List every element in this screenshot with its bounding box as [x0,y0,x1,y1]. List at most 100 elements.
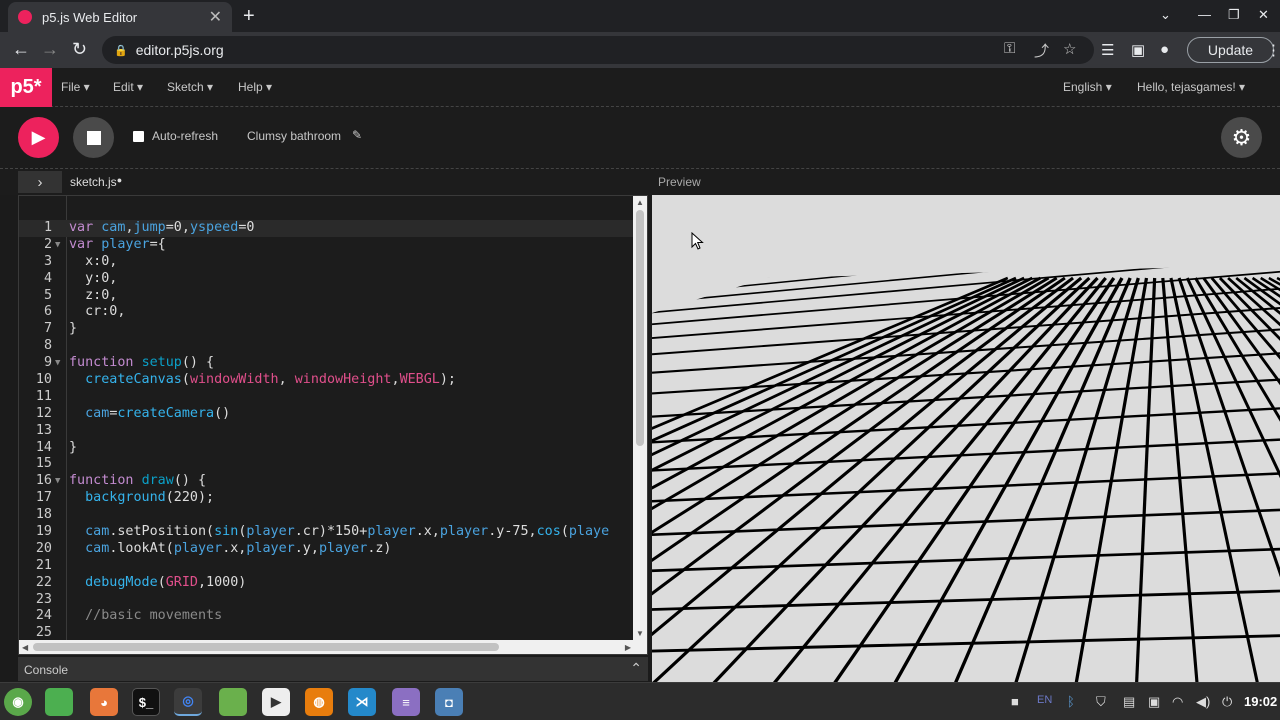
profile-icon[interactable]: ● [1160,41,1169,58]
new-tab-button[interactable]: + [243,5,255,28]
code-line[interactable]: 12 cam=createCamera() [19,406,635,423]
url-omnibox[interactable]: 🔒 editor.p5js.org [102,36,1094,64]
scroll-down-arrow-icon[interactable]: ▼ [636,629,644,638]
chevron-up-icon[interactable]: ⌃ [630,660,642,677]
browser-tab[interactable]: p5.js Web Editor ✕ [8,2,232,32]
code-line[interactable]: 2 ▼ var player={ [19,237,635,254]
code-lines[interactable]: 1 var cam,jump=0,yspeed=0 2 ▼ var player={3 … [19,220,635,642]
language-indicator[interactable]: EN [1037,694,1052,706]
vertical-scroll-thumb[interactable] [636,210,644,446]
share-icon[interactable]: ⤴ [1034,40,1049,61]
side-panel-icon[interactable]: ▣ [1131,41,1145,59]
reload-icon[interactable]: ↻ [72,39,87,60]
code-line[interactable]: 24 //basic movements [19,608,635,625]
mint-menu-icon[interactable]: ◉ [4,688,32,716]
close-tab-icon[interactable]: ✕ [209,7,222,27]
vertical-scrollbar[interactable]: ▲ ▼ [633,196,647,654]
code-line[interactable]: 7} [19,321,635,338]
pencil-icon[interactable]: ✎ [352,128,362,142]
camera-tray-icon[interactable]: ■ [1011,694,1019,709]
updates-icon[interactable]: ▣ [1148,694,1160,710]
vscode-icon[interactable]: ⋊ [348,688,376,716]
auto-refresh-checkbox[interactable] [133,131,144,142]
close-window-icon[interactable]: ✕ [1258,7,1269,23]
user-menu[interactable]: Hello, tejasgames! ▾ [1137,80,1245,94]
reading-list-icon[interactable]: ☰ [1101,41,1114,59]
code-line[interactable]: 8 [19,338,635,355]
code-line[interactable]: 20 cam.lookAt(player.x,player.y,player.z… [19,541,635,558]
code-line[interactable]: 18 [19,507,635,524]
forward-arrow-icon[interactable]: → [41,39,59,60]
code-token: ( [181,372,190,388]
scroll-up-arrow-icon[interactable]: ▲ [636,198,644,207]
code-line[interactable]: 5 z:0, [19,288,635,305]
sketch-toolbar: ▶ Auto-refresh Clumsy bathroom ✎ ⚙ [0,107,1280,169]
code-editor[interactable]: 1 var cam,jump=0,yspeed=0 2 ▼ var player={3 … [18,195,648,655]
code-line[interactable]: 11 [19,389,635,406]
menu-help[interactable]: Help ▾ [238,80,272,94]
shield-icon[interactable]: ⛉ [1096,694,1106,710]
update-button[interactable]: Update [1187,37,1274,63]
chrome-icon[interactable]: ◎ [174,688,202,716]
code-line[interactable]: 16 ▼ function draw() { [19,473,635,490]
language-selector[interactable]: English ▾ [1063,80,1112,94]
bookmark-star-icon[interactable]: ☆ [1063,40,1076,58]
code-line[interactable]: 15 [19,456,635,473]
power-icon[interactable]: ⏻ [1222,694,1232,710]
sketch-name[interactable]: Clumsy bathroom [247,129,341,143]
back-arrow-icon[interactable]: ← [12,39,30,60]
settings-gear-icon[interactable]: ⚙ [1221,117,1262,158]
key-icon[interactable]: ⚿ [1004,40,1015,57]
horizontal-scrollbar[interactable]: ◀ ▶ [19,640,635,654]
horizontal-scroll-thumb[interactable] [33,643,499,651]
files-folder-icon[interactable] [219,688,247,716]
show-desktop-icon[interactable] [45,688,73,716]
code-line[interactable]: 23 [19,592,635,609]
code-line[interactable]: 1 var cam,jump=0,yspeed=0 [19,220,635,237]
code-line[interactable]: 6 cr:0, [19,304,635,321]
code-line[interactable]: 10 createCanvas(windowWidth, windowHeigh… [19,372,635,389]
minimize-icon[interactable]: — [1198,7,1211,22]
menu-file[interactable]: File ▾ [61,80,90,94]
code-line[interactable]: 3 x:0, [19,254,635,271]
play-button[interactable]: ▶ [18,117,59,158]
expand-sidebar-button[interactable]: › [18,171,62,193]
firefox-icon[interactable]: ◕ [90,688,118,716]
code-line[interactable]: 17 background(220); [19,490,635,507]
maximize-icon[interactable]: ❐ [1228,7,1240,23]
code-line[interactable]: 13 [19,423,635,440]
screenshot-camera-icon[interactable]: ◘ [435,688,463,716]
stop-button[interactable] [73,117,114,158]
blender-icon[interactable]: ◍ [305,688,333,716]
wifi-icon[interactable]: ◠ [1172,694,1183,710]
line-number: 6 [43,304,52,320]
p5-logo[interactable]: p5* [0,68,52,107]
code-line[interactable]: 21 [19,558,635,575]
code-line[interactable]: 9 ▼ function setup() { [19,355,635,372]
menu-sketch[interactable]: Sketch ▾ [167,80,213,94]
tab-search-icon[interactable]: ⌄ [1160,7,1171,23]
clipboard-icon[interactable]: ▤ [1123,694,1135,710]
code-line[interactable]: 19 cam.setPosition(sin(player.cr)*150+pl… [19,524,635,541]
scroll-right-arrow-icon[interactable]: ▶ [625,643,631,652]
code-token: GRID [165,574,198,590]
menu-edit[interactable]: Edit ▾ [113,80,143,94]
volume-icon[interactable]: ◀) [1196,694,1210,710]
code-line[interactable]: 14} [19,440,635,457]
code-token: , [278,372,295,388]
bluetooth-icon[interactable]: ᛒ [1067,694,1075,709]
console-bar[interactable]: Console ⌃ [18,657,648,681]
code-line[interactable]: 4 y:0, [19,271,635,288]
file-tab[interactable]: sketch.js● [70,175,122,189]
terminal-icon[interactable]: $_ [132,688,160,716]
sketch-preview-canvas[interactable] [652,195,1280,682]
grid-line [1210,277,1280,360]
fold-arrow-icon[interactable]: ▼ [55,237,60,254]
fold-arrow-icon[interactable]: ▼ [55,473,60,490]
text-editor-icon[interactable]: ≡ [392,688,420,716]
kdenlive-icon[interactable]: ▶ [262,688,290,716]
scroll-left-arrow-icon[interactable]: ◀ [22,643,28,652]
code-line[interactable]: 22 debugMode(GRID,1000) [19,575,635,592]
fold-arrow-icon[interactable]: ▼ [55,355,60,372]
kebab-menu-icon[interactable]: ⋮ [1266,41,1280,59]
